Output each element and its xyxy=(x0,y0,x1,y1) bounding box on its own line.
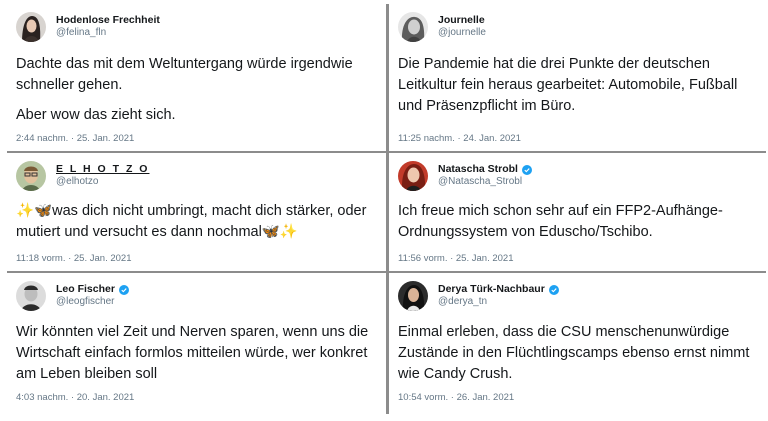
tweet-paragraph: was dich nicht umbringt, macht dich stär… xyxy=(16,203,367,240)
tweet-text: ✨🦋was dich nicht umbringt, macht dich st… xyxy=(16,201,376,243)
tweet-paragraph: Dachte das mit dem Weltuntergang würde i… xyxy=(16,56,353,93)
butterfly-icon: 🦋 xyxy=(261,224,280,240)
verified-badge-icon xyxy=(521,164,532,175)
tweet-card[interactable]: Journelle @journelle Die Pandemie hat di… xyxy=(389,4,768,151)
tweet-card[interactable]: E L H O T Z O @elhotzo ✨🦋was dich nicht … xyxy=(7,153,386,271)
tweet-text: Ich freue mich schon sehr auf ein FFP2-A… xyxy=(398,201,758,252)
tweet-card[interactable]: Natascha Strobl @Natascha_Strobl Ich fre… xyxy=(389,153,768,271)
tweet-paragraph: Wir könnten viel Zeit und Nerven sparen,… xyxy=(16,324,369,382)
author-name[interactable]: Leo Fischer xyxy=(56,283,115,296)
avatar[interactable] xyxy=(398,281,428,311)
tweet-text: Einmal erleben, dass die CSU menschenunw… xyxy=(398,322,758,394)
author-handle[interactable]: @Natascha_Strobl xyxy=(438,176,532,189)
author-name[interactable]: Derya Türk-Nachbaur xyxy=(438,283,545,296)
author-name[interactable]: E L H O T Z O xyxy=(56,163,149,176)
tweet-text: Dachte das mit dem Weltuntergang würde i… xyxy=(16,54,376,135)
tweet-paragraph: Aber wow das zieht sich. xyxy=(16,107,176,123)
author-handle[interactable]: @journelle xyxy=(438,27,486,40)
tweet-grid: Hodenlose Frechheit @felina_fln Dachte d… xyxy=(7,4,768,414)
author-name[interactable]: Hodenlose Frechheit xyxy=(56,14,160,27)
tweet-paragraph: Ich freue mich schon sehr auf ein FFP2-A… xyxy=(398,203,723,240)
tweet-header: Natascha Strobl @Natascha_Strobl xyxy=(398,161,532,191)
tweet-header: Journelle @journelle xyxy=(398,12,486,42)
tweet-timestamp[interactable]: 4:03 nachm. · 20. Jan. 2021 xyxy=(16,392,134,403)
verified-badge-icon xyxy=(548,284,559,295)
tweet-header: Derya Türk-Nachbaur @derya_tn xyxy=(398,281,559,311)
tweet-card[interactable]: Derya Türk-Nachbaur @derya_tn Einmal erl… xyxy=(389,273,768,414)
avatar[interactable] xyxy=(16,281,46,311)
tweet-header: E L H O T Z O @elhotzo xyxy=(16,161,149,191)
tweet-text: Die Pandemie hat die drei Punkte der deu… xyxy=(398,54,758,126)
avatar[interactable] xyxy=(16,161,46,191)
tweet-paragraph: Die Pandemie hat die drei Punkte der deu… xyxy=(398,56,738,114)
tweet-card[interactable]: Hodenlose Frechheit @felina_fln Dachte d… xyxy=(7,4,386,151)
avatar[interactable] xyxy=(16,12,46,42)
verified-badge-icon xyxy=(118,284,129,295)
author-name[interactable]: Journelle xyxy=(438,14,485,27)
avatar[interactable] xyxy=(398,161,428,191)
butterfly-icon: 🦋 xyxy=(34,203,53,219)
avatar[interactable] xyxy=(398,12,428,42)
sparkles-icon: ✨ xyxy=(279,224,298,240)
tweet-timestamp[interactable]: 11:18 vorm. · 25. Jan. 2021 xyxy=(16,253,131,264)
author-handle[interactable]: @felina_fln xyxy=(56,27,160,40)
tweet-timestamp[interactable]: 10:54 vorm. · 26. Jan. 2021 xyxy=(398,392,514,403)
tweet-paragraph: Einmal erleben, dass die CSU menschenunw… xyxy=(398,324,750,382)
author-handle[interactable]: @leogfischer xyxy=(56,296,129,309)
tweet-timestamp[interactable]: 2:44 nachm. · 25. Jan. 2021 xyxy=(16,133,134,144)
author-name[interactable]: Natascha Strobl xyxy=(438,163,518,176)
tweet-header: Hodenlose Frechheit @felina_fln xyxy=(16,12,160,42)
tweet-card[interactable]: Leo Fischer @leogfischer Wir könnten vie… xyxy=(7,273,386,414)
tweet-header: Leo Fischer @leogfischer xyxy=(16,281,129,311)
sparkles-icon: ✨ xyxy=(16,203,35,219)
tweet-timestamp[interactable]: 11:56 vorm. · 25. Jan. 2021 xyxy=(398,253,513,264)
tweet-timestamp[interactable]: 11:25 nachm. · 24. Jan. 2021 xyxy=(398,133,521,144)
tweet-text: Wir könnten viel Zeit und Nerven sparen,… xyxy=(16,322,376,394)
author-handle[interactable]: @elhotzo xyxy=(56,176,149,189)
author-handle[interactable]: @derya_tn xyxy=(438,296,559,309)
